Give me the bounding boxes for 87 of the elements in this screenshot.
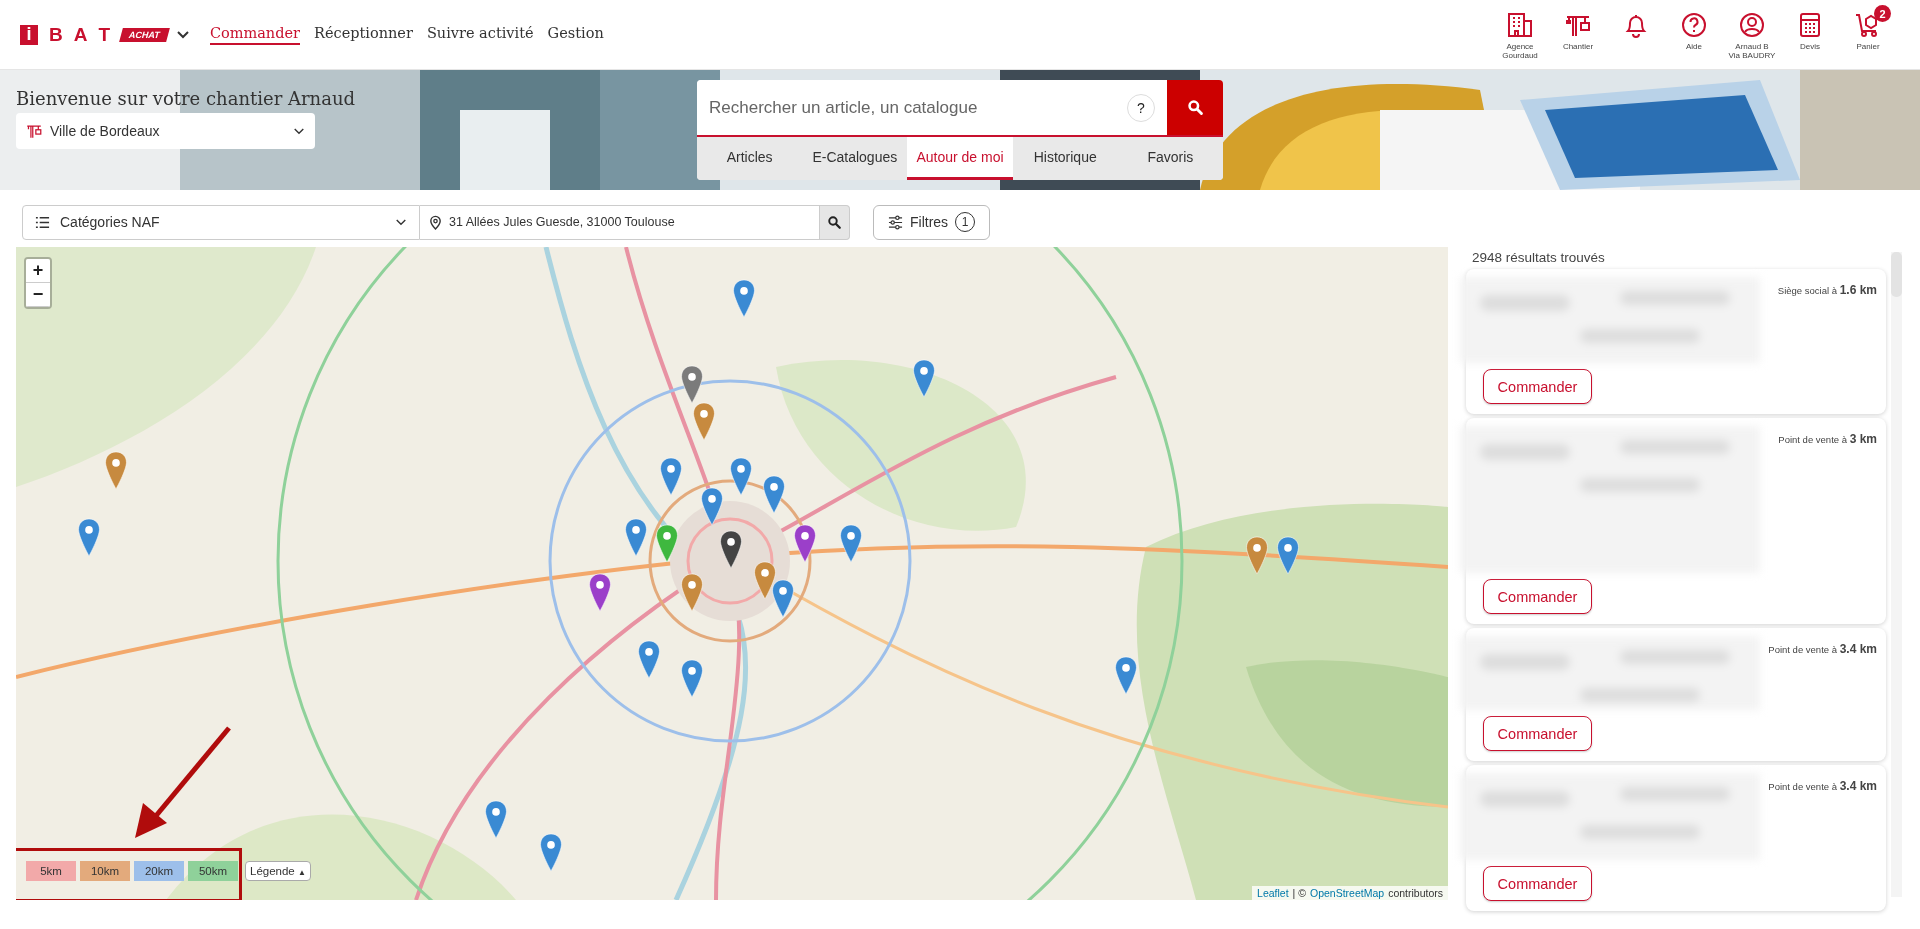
range-button[interactable]: 10km [80, 861, 130, 881]
list-icon [35, 214, 50, 230]
category-select[interactable]: Catégories NAF [22, 204, 420, 240]
chevron-down-icon [395, 217, 407, 227]
site-select[interactable]: Ville de Bordeaux [16, 113, 315, 149]
logo-letter: i [20, 24, 38, 45]
map-marker-icon[interactable] [77, 517, 102, 557]
map-marker-icon[interactable] [912, 358, 937, 398]
scrollbar-thumb[interactable] [1891, 252, 1902, 297]
distance-text: Point de vente à 3.4 km [1768, 778, 1877, 795]
order-button[interactable]: Commander [1483, 716, 1592, 751]
sliders-icon [888, 214, 903, 230]
map-marker-icon[interactable] [700, 487, 725, 527]
range-button[interactable]: 20km [134, 861, 184, 881]
logo-badge: ACHAT [119, 27, 170, 42]
tab[interactable]: Autour de moi [907, 137, 1013, 180]
notification-bell-icon[interactable] [1623, 12, 1649, 38]
map-marker-icon[interactable] [793, 524, 818, 564]
map-marker-icon[interactable] [679, 573, 704, 613]
count-badge: 2 [1874, 5, 1891, 22]
search-field[interactable]: Rechercher un article, un catalogue ? [697, 80, 1167, 135]
map-marker-icon[interactable] [538, 832, 563, 872]
search-button[interactable] [820, 204, 850, 240]
address-field[interactable]: 31 Allées Jules Guesde, 31000 Toulouse [420, 204, 820, 240]
help-icon[interactable] [1681, 12, 1707, 38]
map-marker-icon[interactable] [838, 524, 863, 564]
map-marker-icon[interactable] [624, 517, 649, 557]
search-icon [1186, 99, 1204, 116]
shortcut-label[interactable]: Agence Gourdaud [1498, 42, 1542, 60]
distance-text: Siège social à 1.6 km [1777, 282, 1877, 299]
zoom-button[interactable]: + [26, 259, 50, 283]
building-icon[interactable] [1507, 12, 1533, 38]
shortcut-sublabel: Via BAUDRY [1728, 51, 1776, 60]
search-icon [827, 214, 842, 230]
attribution-text: | © [1292, 887, 1306, 899]
filters-button[interactable]: Filtres 1 [873, 204, 991, 240]
logo-letter: B [49, 23, 63, 46]
range-button[interactable]: 5km [26, 861, 76, 881]
map-marker-icon[interactable] [691, 401, 716, 441]
map-marker-icon[interactable] [728, 456, 753, 496]
order-button[interactable]: Commander [1483, 866, 1592, 901]
map-marker-icon[interactable] [655, 524, 680, 564]
map-marker-icon[interactable] [679, 364, 704, 404]
shortcut-label[interactable]: Arnaud B [1735, 42, 1769, 51]
shortcut-label[interactable]: Aide [1686, 42, 1702, 51]
map-marker-icon[interactable] [483, 799, 508, 839]
map-marker-icon[interactable] [658, 456, 683, 496]
welcome-title: Bienvenue sur votre chantier Arnaud [16, 88, 355, 109]
map-marker-icon[interactable] [1114, 656, 1139, 696]
chevron-down-icon [293, 126, 305, 136]
openstreetmap-link[interactable]: OpenStreetMap [1310, 887, 1385, 899]
legend-button[interactable]: Légende ▲ [245, 861, 311, 881]
map-marker-icon[interactable] [761, 475, 786, 515]
nav-link[interactable]: Suivre activité [426, 24, 534, 45]
nav-link[interactable]: Commander [209, 24, 300, 45]
map-marker-icon[interactable] [753, 560, 778, 600]
order-button[interactable]: Commander [1483, 579, 1592, 614]
results-count: 2948 résultats trouvés [1471, 249, 1606, 265]
map-marker-icon[interactable] [636, 640, 661, 680]
calculator-icon[interactable] [1797, 12, 1823, 38]
logo-letter: T [98, 23, 111, 46]
chevron-down-icon[interactable] [175, 29, 190, 40]
map-marker-icon[interactable] [679, 658, 704, 698]
logo-letter: A [73, 23, 88, 46]
shortcut-label[interactable]: Chantier [1562, 42, 1594, 51]
attribution-text: contributors [1388, 887, 1443, 899]
leaflet-link[interactable]: Leaflet [1257, 887, 1289, 899]
nav-link[interactable]: Réceptionner [314, 24, 413, 45]
location-pin-icon [428, 214, 443, 230]
user-icon[interactable] [1739, 12, 1765, 38]
distance-text: Point de vente à 3.4 km [1768, 641, 1877, 658]
map-marker-icon[interactable] [1275, 536, 1300, 576]
distance-text: Point de vente à 3 km [1778, 431, 1877, 448]
crane-icon [26, 123, 42, 139]
shortcut-label[interactable]: Devis [1800, 42, 1820, 51]
map-marker-icon[interactable] [732, 279, 757, 319]
nav-link[interactable]: Gestion [547, 24, 604, 45]
map-marker-icon[interactable] [718, 530, 743, 570]
zoom-button[interactable]: − [26, 283, 50, 307]
map-marker-icon[interactable] [587, 573, 612, 613]
range-button[interactable]: 50km [188, 861, 238, 881]
logo[interactable]: i B A T ACHAT [20, 23, 168, 46]
order-button[interactable]: Commander [1483, 369, 1592, 404]
shortcut-label[interactable]: Panier [1856, 42, 1880, 51]
map-marker-icon[interactable] [771, 579, 796, 619]
map-marker-icon[interactable] [1245, 536, 1270, 576]
map-marker-icon[interactable] [104, 450, 129, 490]
